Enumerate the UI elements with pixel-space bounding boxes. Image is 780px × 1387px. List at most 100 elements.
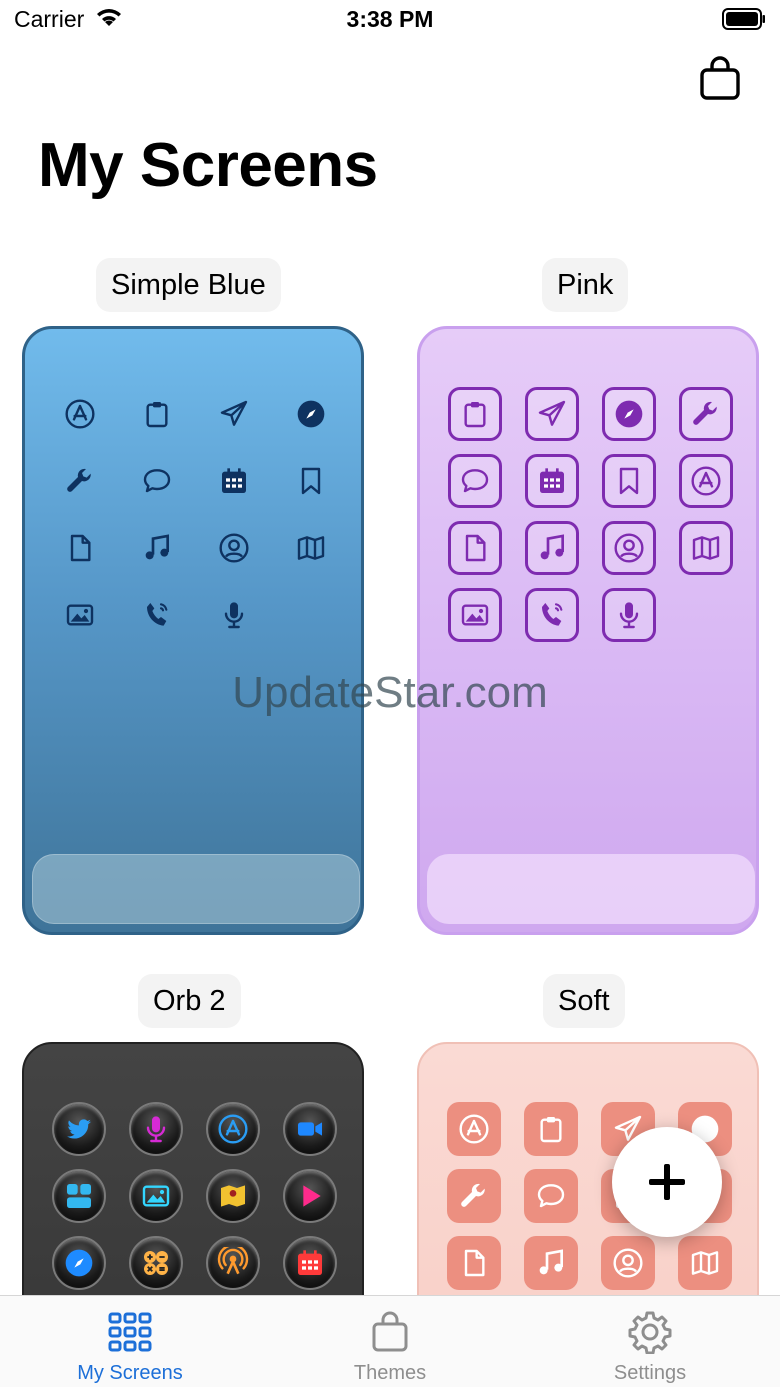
app-icon-bookmark [602, 454, 656, 508]
document-icon [465, 534, 486, 562]
app-icon-mic [129, 1102, 183, 1156]
tab-settings[interactable]: Settings [520, 1296, 780, 1387]
person-icon [613, 1248, 643, 1278]
music-icon [540, 534, 564, 560]
app-icon-calendar [207, 454, 261, 508]
app-icon-person [602, 521, 656, 575]
document-icon [464, 1249, 485, 1277]
map-icon [692, 536, 720, 560]
screen-card-pink[interactable] [417, 326, 759, 935]
music-icon [145, 534, 169, 560]
tab-themes[interactable]: Themes [260, 1296, 520, 1387]
app-icon-calendar [283, 1236, 337, 1290]
battery-icon [722, 8, 765, 30]
app-icon-document [447, 1236, 501, 1290]
mic-icon [619, 602, 639, 629]
app-icon-phone [130, 588, 184, 642]
app-icon-calculator [129, 1236, 183, 1290]
app-icon-compass [602, 387, 656, 441]
tab-label: My Screens [77, 1362, 183, 1384]
screen-label-soft[interactable]: Soft [543, 974, 625, 1028]
clipboard-icon [146, 402, 168, 428]
clipboard-icon [540, 1117, 562, 1143]
app-icon-document [448, 521, 502, 575]
appstore-icon [218, 1114, 248, 1144]
person-icon [219, 533, 249, 563]
photo-icon [461, 604, 489, 626]
tab-bar: My Screens Themes Settings [0, 1295, 780, 1387]
app-icon-clipboard [448, 387, 502, 441]
icon-grid [53, 387, 338, 642]
mic-icon [146, 1116, 166, 1143]
page-title: My Screens [38, 131, 378, 200]
chat-icon [143, 469, 171, 493]
app-icon-widgets [52, 1169, 106, 1223]
appstore-icon [459, 1114, 489, 1144]
app-icon-video [283, 1102, 337, 1156]
maps-icon [221, 1185, 245, 1207]
wrench-icon [461, 1183, 485, 1207]
play-icon [303, 1185, 321, 1207]
app-icon-appstore [679, 454, 733, 508]
app-icon-photo [448, 588, 502, 642]
shop-button[interactable] [698, 56, 742, 102]
app-icon-appstore [206, 1102, 260, 1156]
app-icon-music [525, 521, 579, 575]
screen-label-orb-2[interactable]: Orb 2 [138, 974, 241, 1028]
app-icon-map [284, 521, 338, 575]
app-icon-compass [284, 387, 338, 441]
phone-icon [542, 603, 563, 626]
bag-icon [700, 56, 740, 100]
appstore-icon [691, 466, 721, 496]
bookmark-icon [301, 467, 321, 495]
app-icon-clipboard [524, 1102, 578, 1156]
screen-label-pink[interactable]: Pink [542, 258, 629, 312]
tab-my-screens[interactable]: My Screens [0, 1296, 260, 1387]
app-icon-appstore [53, 387, 107, 441]
app-icon-mic [207, 588, 261, 642]
icon-grid [52, 1102, 337, 1290]
gear-icon [628, 1311, 672, 1354]
app-icon-maps [206, 1169, 260, 1223]
app-icon-music [524, 1236, 578, 1290]
status-bar: Carrier 3:38 PM [0, 0, 780, 40]
calculator-icon [144, 1251, 168, 1275]
app-icon-appstore [447, 1102, 501, 1156]
icon-grid [448, 387, 733, 642]
clock: 3:38 PM [346, 6, 434, 32]
photo-icon [142, 1185, 170, 1207]
app-icon-compass [52, 1236, 106, 1290]
wrench-icon [67, 468, 91, 492]
paperplane-icon [538, 400, 566, 426]
compass-icon [65, 1249, 93, 1277]
paperplane-icon [220, 400, 248, 426]
bookmark-icon [619, 467, 639, 495]
watermark: UpdateStar.com [232, 668, 548, 717]
app-icon-play [283, 1169, 337, 1223]
map-icon [297, 536, 325, 560]
tab-label: Settings [613, 1362, 687, 1384]
app-icon-mic [602, 588, 656, 642]
chat-icon [537, 1184, 565, 1208]
app-icon-music [130, 521, 184, 575]
chat-icon [461, 469, 489, 493]
photo-icon [66, 604, 94, 626]
app-icon-person [207, 521, 261, 575]
screen-label-simple-blue[interactable]: Simple Blue [96, 258, 281, 312]
app-icon-chat [448, 454, 502, 508]
app-icon-map [678, 1236, 732, 1290]
screen-card-simple-blue[interactable] [22, 326, 364, 935]
phone-icon [147, 603, 168, 626]
music-icon [539, 1249, 563, 1275]
app-icon-chat [130, 454, 184, 508]
app-icon-chat [524, 1169, 578, 1223]
map-icon [691, 1251, 719, 1275]
app-icon-paperplane [525, 387, 579, 441]
app-icon-photo [53, 588, 107, 642]
compass-icon [615, 400, 643, 428]
app-icon-phone [525, 588, 579, 642]
compass-icon [297, 400, 325, 428]
appstore-icon [65, 399, 95, 429]
app-icon-wrench [679, 387, 733, 441]
add-screen-button[interactable] [612, 1127, 722, 1237]
